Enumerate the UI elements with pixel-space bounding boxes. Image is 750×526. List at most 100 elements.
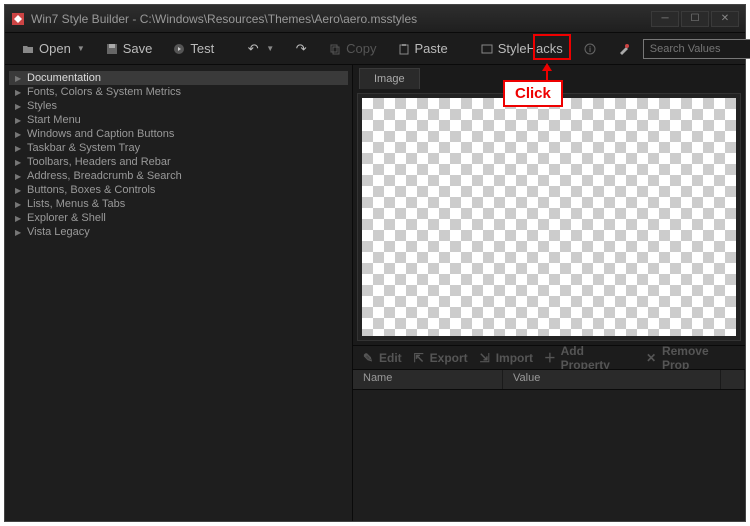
property-toolbar: ✎Edit ⇱Export ⇲Import ＋Add Property ✕Rem… (353, 345, 745, 369)
stylehacks-button[interactable]: StyleHacks (472, 38, 571, 59)
add-icon: ＋ (543, 351, 557, 365)
copy-icon (328, 42, 342, 56)
test-button[interactable]: Test (164, 38, 222, 59)
remove-icon: ✕ (644, 351, 658, 365)
right-panel: Image ✎Edit ⇱Export ⇲Import ＋Add Propert… (353, 65, 745, 521)
play-icon (172, 42, 186, 56)
chevron-right-icon: ▶ (15, 158, 23, 167)
redo-button[interactable]: ↷ (286, 39, 316, 59)
chevron-right-icon: ▶ (15, 102, 23, 111)
tree-item[interactable]: ▶ Toolbars, Headers and Rebar (9, 155, 348, 169)
property-header: Name Value (353, 370, 745, 390)
undo-button[interactable]: ↶ ▼ (238, 39, 282, 59)
open-button[interactable]: Open ▼ (13, 38, 93, 59)
chevron-right-icon: ▶ (15, 200, 23, 209)
tree-item[interactable]: ▶ Address, Breadcrumb & Search (9, 169, 348, 183)
import-icon: ⇲ (478, 351, 492, 365)
undo-icon: ↶ (246, 42, 260, 56)
tree-item[interactable]: ▶ Lists, Menus & Tabs (9, 197, 348, 211)
paste-icon (397, 42, 411, 56)
export-button[interactable]: ⇱Export (412, 351, 468, 365)
chevron-right-icon: ▶ (15, 228, 23, 237)
remove-property-button[interactable]: ✕Remove Prop (644, 344, 737, 372)
stylehacks-icon (480, 42, 494, 56)
tree-item-label: Styles (27, 100, 57, 112)
info-icon: i (583, 42, 597, 56)
property-body[interactable] (353, 390, 745, 521)
minimize-button[interactable]: ─ (651, 11, 679, 27)
redo-icon: ↷ (294, 42, 308, 56)
chevron-right-icon: ▶ (15, 172, 23, 181)
chevron-down-icon: ▼ (77, 44, 85, 53)
tool-button[interactable] (609, 39, 639, 59)
column-name[interactable]: Name (353, 370, 503, 389)
tree-item[interactable]: ▶ Taskbar & System Tray (9, 141, 348, 155)
image-preview-panel[interactable] (357, 93, 741, 341)
test-label: Test (190, 41, 214, 56)
chevron-right-icon: ▶ (15, 88, 23, 97)
save-label: Save (123, 41, 153, 56)
paste-button[interactable]: Paste (389, 38, 456, 59)
chevron-down-icon: ▼ (266, 44, 274, 53)
tree-item-label: Taskbar & System Tray (27, 142, 140, 154)
chevron-right-icon: ▶ (15, 186, 23, 195)
chevron-right-icon: ▶ (15, 116, 23, 125)
export-icon: ⇱ (412, 351, 426, 365)
tree-item-label: Toolbars, Headers and Rebar (27, 156, 171, 168)
tree-item-label: Address, Breadcrumb & Search (27, 170, 182, 182)
tree-item-label: Lists, Menus & Tabs (27, 198, 125, 210)
stylehacks-label: StyleHacks (498, 41, 563, 56)
save-button[interactable]: Save (97, 38, 161, 59)
tree-item[interactable]: ▶ Vista Legacy (9, 225, 348, 239)
chevron-right-icon: ▶ (15, 74, 23, 83)
tree-item-label: Documentation (27, 72, 101, 84)
property-table: Name Value (353, 369, 745, 521)
titlebar[interactable]: Win7 Style Builder - C:\Windows\Resource… (5, 5, 745, 33)
tool-icon (617, 42, 631, 56)
tree-item[interactable]: ▶ Windows and Caption Buttons (9, 127, 348, 141)
svg-text:i: i (589, 45, 591, 54)
tab-image[interactable]: Image (359, 68, 420, 89)
chevron-right-icon: ▶ (15, 214, 23, 223)
maximize-button[interactable]: ☐ (681, 11, 709, 27)
import-button[interactable]: ⇲Import (478, 351, 533, 365)
open-label: Open (39, 41, 71, 56)
tree-item-label: Vista Legacy (27, 226, 90, 238)
main-toolbar: Open ▼ Save Test ↶ ▼ ↷ Copy Paste (5, 33, 745, 65)
save-icon (105, 42, 119, 56)
chevron-right-icon: ▶ (15, 130, 23, 139)
tree-item[interactable]: ▶ Documentation (9, 71, 348, 85)
edit-button[interactable]: ✎Edit (361, 351, 402, 365)
tree-item[interactable]: ▶ Fonts, Colors & System Metrics (9, 85, 348, 99)
tree-item-label: Explorer & Shell (27, 212, 106, 224)
tree-item[interactable]: ▶ Styles (9, 99, 348, 113)
tree-item-label: Buttons, Boxes & Controls (27, 184, 155, 196)
add-property-button[interactable]: ＋Add Property (543, 344, 634, 372)
tree-item[interactable]: ▶ Start Menu (9, 113, 348, 127)
column-value[interactable]: Value (503, 370, 721, 389)
window-controls: ─ ☐ ✕ (651, 11, 739, 27)
info-button[interactable]: i (575, 39, 605, 59)
paste-label: Paste (415, 41, 448, 56)
column-extra[interactable] (721, 370, 745, 389)
transparency-checker (362, 98, 736, 336)
edit-icon: ✎ (361, 351, 375, 365)
sidebar-tree[interactable]: ▶ Documentation ▶ Fonts, Colors & System Me… (5, 65, 353, 521)
tree-item-label: Fonts, Colors & System Metrics (27, 86, 181, 98)
tree-item-label: Windows and Caption Buttons (27, 128, 174, 140)
app-icon (11, 12, 25, 26)
open-icon (21, 42, 35, 56)
tree-item-label: Start Menu (27, 114, 81, 126)
search-box (643, 39, 750, 59)
copy-button[interactable]: Copy (320, 38, 384, 59)
main-area: ▶ Documentation ▶ Fonts, Colors & System Me… (5, 65, 745, 521)
tabbar: Image (353, 65, 745, 89)
tree-item[interactable]: ▶ Explorer & Shell (9, 211, 348, 225)
search-input[interactable] (643, 39, 750, 59)
window: Win7 Style Builder - C:\Windows\Resource… (4, 4, 746, 522)
window-title: Win7 Style Builder - C:\Windows\Resource… (31, 12, 651, 26)
copy-label: Copy (346, 41, 376, 56)
tree-item[interactable]: ▶ Buttons, Boxes & Controls (9, 183, 348, 197)
close-button[interactable]: ✕ (711, 11, 739, 27)
chevron-right-icon: ▶ (15, 144, 23, 153)
